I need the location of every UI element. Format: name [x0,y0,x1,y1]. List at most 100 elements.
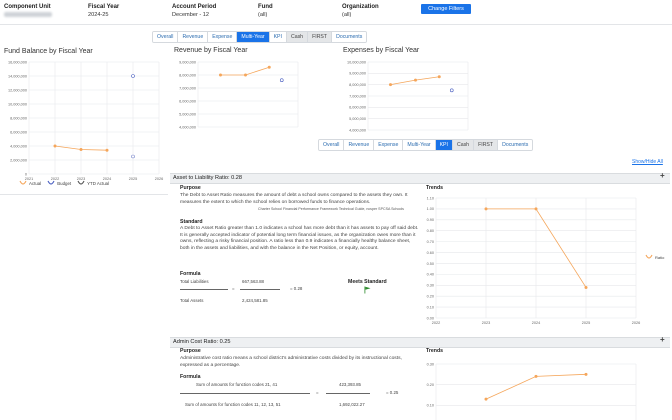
fund-chart-divider [0,194,168,195]
kpi2-header[interactable]: Admin Cost Ratio: 0.25 [170,337,670,348]
legend-ratio-label: Ratio [655,254,665,260]
data-point-ratio [534,374,538,378]
top-tab-first[interactable]: FIRST [308,32,333,42]
x-tick-label: 2025 [582,321,590,325]
y-tick-label: 6,000,000 [349,106,366,110]
legend-ytd[interactable]: YTD Actual [77,180,109,186]
kpi2-fraction-line-2 [326,393,370,394]
kpi1-standard-title: Standard [180,219,203,225]
data-point-actual [53,144,57,148]
top-tab-expense[interactable]: Expense [208,32,238,42]
top-tab-kpi[interactable]: KPI [269,32,287,42]
kpi2-fraction-line-1 [180,393,310,394]
data-point-actual [414,78,418,82]
y-tick-label: 0.00 [427,316,434,320]
legend-budget-icon [47,180,55,185]
x-tick-label: 2025 [129,177,137,181]
legend-actual-icon [19,180,27,185]
kpi-tab-multi-year[interactable]: Multi-Year [403,140,436,150]
show-hide-all-link[interactable]: Show/Hide All [632,159,663,165]
kpi-tab-expense[interactable]: Expense [374,140,404,150]
top-tab-revenue[interactable]: Revenue [178,32,209,42]
account-period-label: Account Period [172,4,217,10]
top-tab-multi-year[interactable]: Multi-Year [237,32,270,42]
kpi2-trend-chart: 0.000.100.200.30 [427,362,637,420]
data-point-actual [79,148,83,152]
expense-chart-title: Expenses by Fiscal Year [343,47,420,54]
plus-icon[interactable]: + [660,171,665,180]
data-point-ratio [584,372,588,376]
flag-icon [364,286,371,294]
data-point-budget [279,78,284,83]
kpi-tab-first[interactable]: FIRST [474,140,499,150]
fund-label: Fund [258,4,273,10]
x-tick-label: 2026 [632,321,640,325]
data-point-budget [131,74,135,78]
top-tab-documents[interactable]: Documents [332,32,367,42]
data-point-actual [388,83,392,87]
y-tick-label: 4,000,000 [349,128,366,132]
y-tick-label: 6,000,000 [10,130,27,134]
kpi-tab-kpi[interactable]: KPI [435,140,453,150]
expense-chart: 4,000,000 5,000,000 6,000,000 7,000,000 8,00… [347,60,469,132]
fund-balance-chart: 0 2,000,000 4,000,000 6,000,000 8,000,000 10,… [8,60,163,181]
data-point-ratio [484,397,488,401]
organization-value: (all) [342,12,352,18]
kpi1-trends-title: Trends [426,185,444,191]
y-tick-label: 4,000,000 [179,125,196,129]
y-tick-label: 16,000,000 [8,60,27,64]
component-unit-label: Component Unit [4,4,51,10]
data-point-actual [244,73,248,77]
y-tick-label: 0.10 [427,404,434,408]
y-tick-label: 9,000,000 [179,60,196,64]
fiscal-year-label: Fiscal Year [88,4,120,10]
y-tick-label: 0.10 [427,305,434,309]
x-tick-label: 2022 [432,321,440,325]
kpi-tab-documents[interactable]: Documents [498,140,533,150]
top-tab-overall[interactable]: Overall [153,32,179,42]
y-tick-label: 9,000,000 [349,72,366,76]
kpi1-header[interactable]: Asset to Liability Ratio: 0.28 [170,173,670,184]
y-tick-label: 0.70 [427,240,434,244]
y-tick-label: 10,000,000 [347,60,366,64]
kpi-tab-overall[interactable]: Overall [319,140,345,150]
kpi1-trend-chart: 0.00 0.10 0.20 0.30 0.40 0.50 0.60 0.70 0.80 0.90… [427,196,641,325]
kpi1-header-text: Asset to Liability Ratio: 0.28 [173,175,243,181]
kpi1-source: Charter School Financial Performance Fra… [258,207,404,211]
kpi1-meets-label: Meets Standard [348,279,387,285]
kpi2-equals: = [316,390,319,395]
legend-budget[interactable]: Budget [47,180,71,186]
y-tick-label: 5,000,000 [179,112,196,116]
kpi1-fraction-line-1 [180,289,228,290]
data-point-ratio [534,207,538,211]
kpi1-purpose-text: The Debt to Asset Ratio measures the amo… [180,193,408,205]
data-point-ratio [484,207,488,211]
y-tick-label: 0.40 [427,273,434,277]
data-point-actual [437,75,441,79]
kpi2-purpose-text: Administrative cost ratio means a school… [180,356,402,368]
change-filters-button[interactable]: Change Filters [421,4,471,14]
kpi1-fraction-line-2 [240,289,280,290]
y-tick-label: 10,000,000 [8,102,27,106]
plus-icon[interactable]: + [660,335,665,344]
revenue-chart-title: Revenue by Fiscal Year [174,47,248,54]
y-tick-label: 4,000,000 [10,144,27,148]
kpi-tab-revenue[interactable]: Revenue [344,140,375,150]
y-tick-label: 8,000,000 [179,73,196,77]
kpi2-numerator-value: 423,393.85 [339,382,361,387]
kpi1-denominator-value: 2,424,581.85 [242,298,268,303]
kpi-tab-cash[interactable]: Cash [452,140,475,150]
y-tick-label: 2,000,000 [10,158,27,162]
x-tick-label: 2026 [155,177,163,181]
kpi2-purpose-title: Purpose [180,348,201,354]
top-tab-cash[interactable]: Cash [286,32,309,42]
kpi1-numerator-value: 667,563.88 [242,279,264,284]
series-line-ratio [485,373,587,400]
kpi1-standard-text: A Debt to Asset Ratio greater than 1.0 i… [180,226,419,251]
y-tick-label: 0.60 [427,251,434,255]
legend-ytd-icon [77,180,85,185]
y-tick-label: 0.20 [427,294,434,298]
kpi2-numerator-label: Sum of amounts for function codes 21, 41 [196,382,278,387]
data-point-actual [218,73,222,77]
legend-actual[interactable]: Actual [19,180,41,186]
